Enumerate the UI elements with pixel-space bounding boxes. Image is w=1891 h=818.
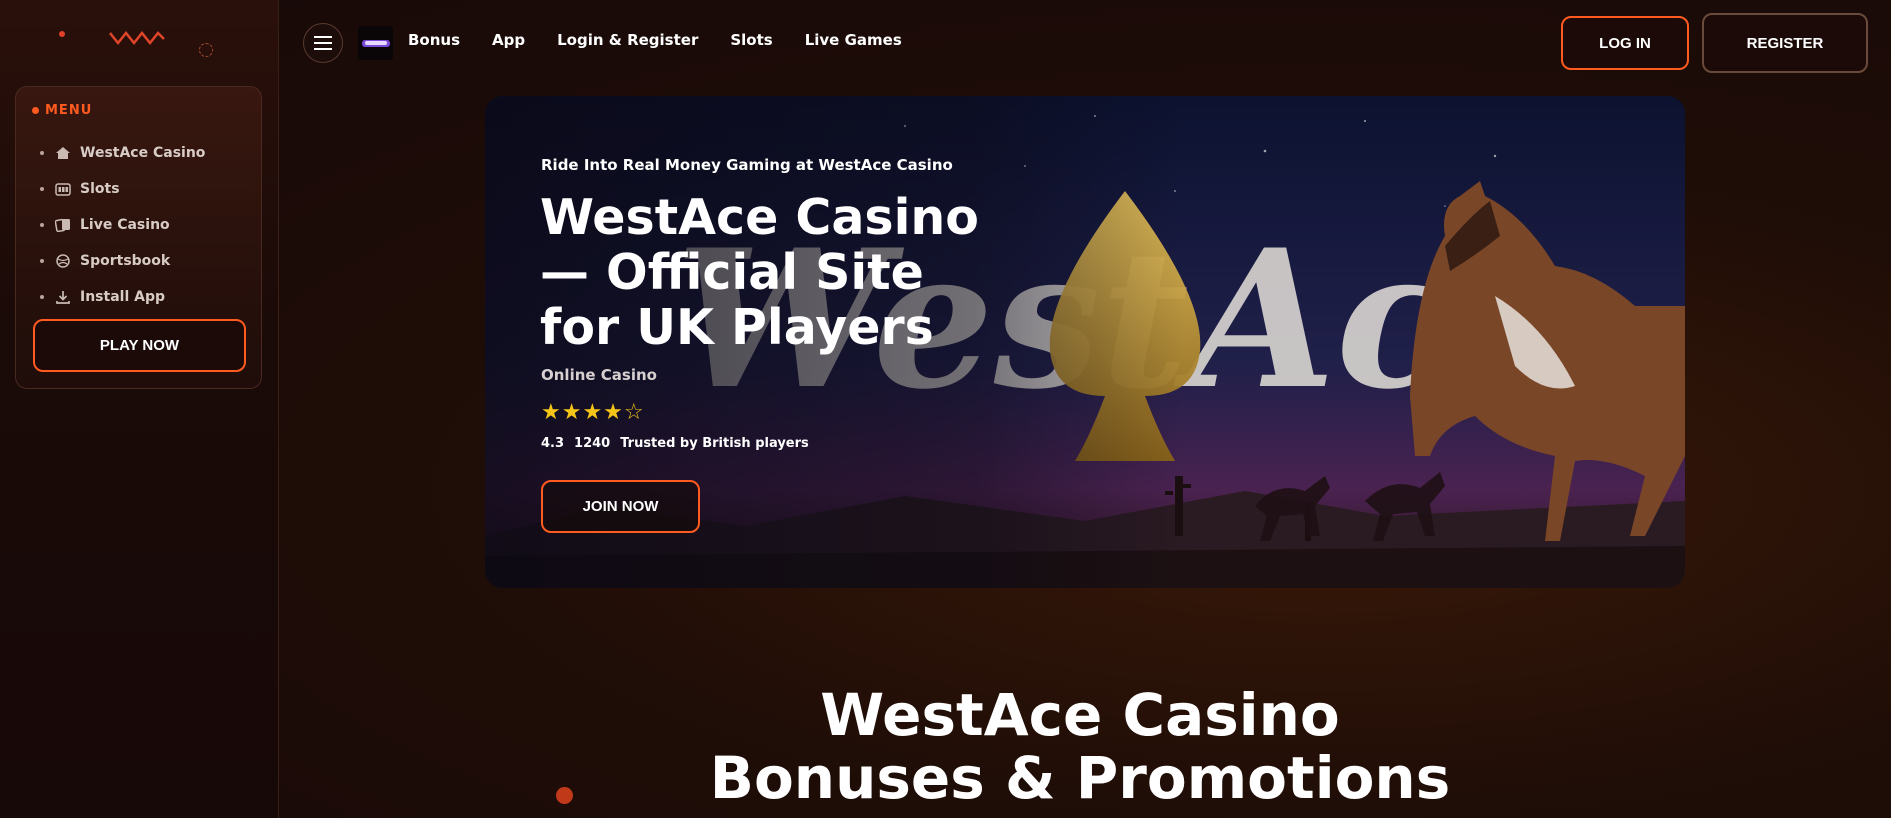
sidebar-item-westace-casino[interactable]: WestAce Casino: [40, 135, 205, 171]
nav-link-app[interactable]: App: [492, 31, 525, 49]
rating-count: 1240: [574, 436, 611, 451]
bullet: [40, 187, 44, 191]
site-logo[interactable]: [358, 26, 393, 60]
download-icon: [54, 288, 72, 306]
ball-icon: [54, 252, 72, 270]
sidebar-item-sportsbook[interactable]: Sportsbook: [40, 243, 205, 279]
menu-dot: [32, 107, 39, 114]
sidebar-item-slots[interactable]: Slots: [40, 171, 205, 207]
rating-row: 4.3 1240 Trusted by British players: [541, 436, 809, 451]
sidebar-item-install-app[interactable]: Install App: [40, 279, 205, 315]
decor-ring: [199, 43, 213, 57]
hero-title: WestAce Casino — Official Site for UK Pl…: [540, 189, 979, 356]
sidebar-menu: MENU WestAce Casino Slots Live Casino Sp…: [15, 86, 262, 389]
cards-icon: [54, 216, 72, 234]
sidebar-item-label: Live Casino: [80, 217, 170, 233]
hero-subtitle: Online Casino: [541, 366, 657, 384]
bullet: [40, 151, 44, 155]
sidebar-item-label: Slots: [80, 181, 120, 197]
sidebar-item-label: WestAce Casino: [80, 145, 206, 161]
decor-dot: [556, 787, 573, 804]
sidebar-item-live-casino[interactable]: Live Casino: [40, 207, 205, 243]
menu-list: WestAce Casino Slots Live Casino Sportsb…: [40, 135, 205, 315]
sidebar: MENU WestAce Casino Slots Live Casino Sp…: [0, 0, 279, 818]
bullet: [40, 223, 44, 227]
bonuses-section-title: WestAce Casino Bonuses & Promotions: [640, 684, 1520, 810]
nav-link-slots[interactable]: Slots: [730, 31, 772, 49]
hamburger-menu-button[interactable]: [303, 23, 343, 63]
hamburger-icon: [314, 36, 332, 50]
hero-banner: WestAce Ride Into Real Money Gaming at W…: [485, 96, 1685, 588]
menu-label: MENU: [45, 103, 93, 118]
login-button[interactable]: LOG IN: [1561, 16, 1689, 70]
decor-dot: [59, 31, 65, 37]
home-icon: [54, 144, 72, 162]
slot-machine-icon: [54, 180, 72, 198]
sidebar-item-label: Sportsbook: [80, 253, 171, 269]
join-now-button[interactable]: JOIN NOW: [541, 480, 700, 533]
nav-link-bonus[interactable]: Bonus: [408, 31, 460, 49]
rating-note: Trusted by British players: [620, 436, 809, 451]
section-title-line-2: Bonuses & Promotions: [709, 744, 1451, 812]
menu-heading: MENU: [32, 103, 92, 118]
register-button[interactable]: REGISTER: [1702, 13, 1868, 73]
westace-logo-icon: [361, 40, 390, 47]
rating-value: 4.3: [541, 436, 565, 451]
nav-link-login-register[interactable]: Login & Register: [557, 31, 698, 49]
logo-wave-icon: [109, 30, 165, 46]
nav-link-live-games[interactable]: Live Games: [805, 31, 902, 49]
bullet: [40, 295, 44, 299]
section-title-line-1: WestAce Casino: [820, 681, 1340, 749]
sidebar-item-label: Install App: [80, 289, 165, 305]
rating-stars: ★★★★☆: [541, 400, 645, 425]
play-now-button[interactable]: PLAY NOW: [33, 319, 246, 372]
bullet: [40, 259, 44, 263]
sidebar-top-decor: [0, 0, 279, 84]
main-nav: Bonus App Login & Register Slots Live Ga…: [408, 31, 902, 49]
hero-kicker: Ride Into Real Money Gaming at WestAce C…: [541, 156, 953, 174]
